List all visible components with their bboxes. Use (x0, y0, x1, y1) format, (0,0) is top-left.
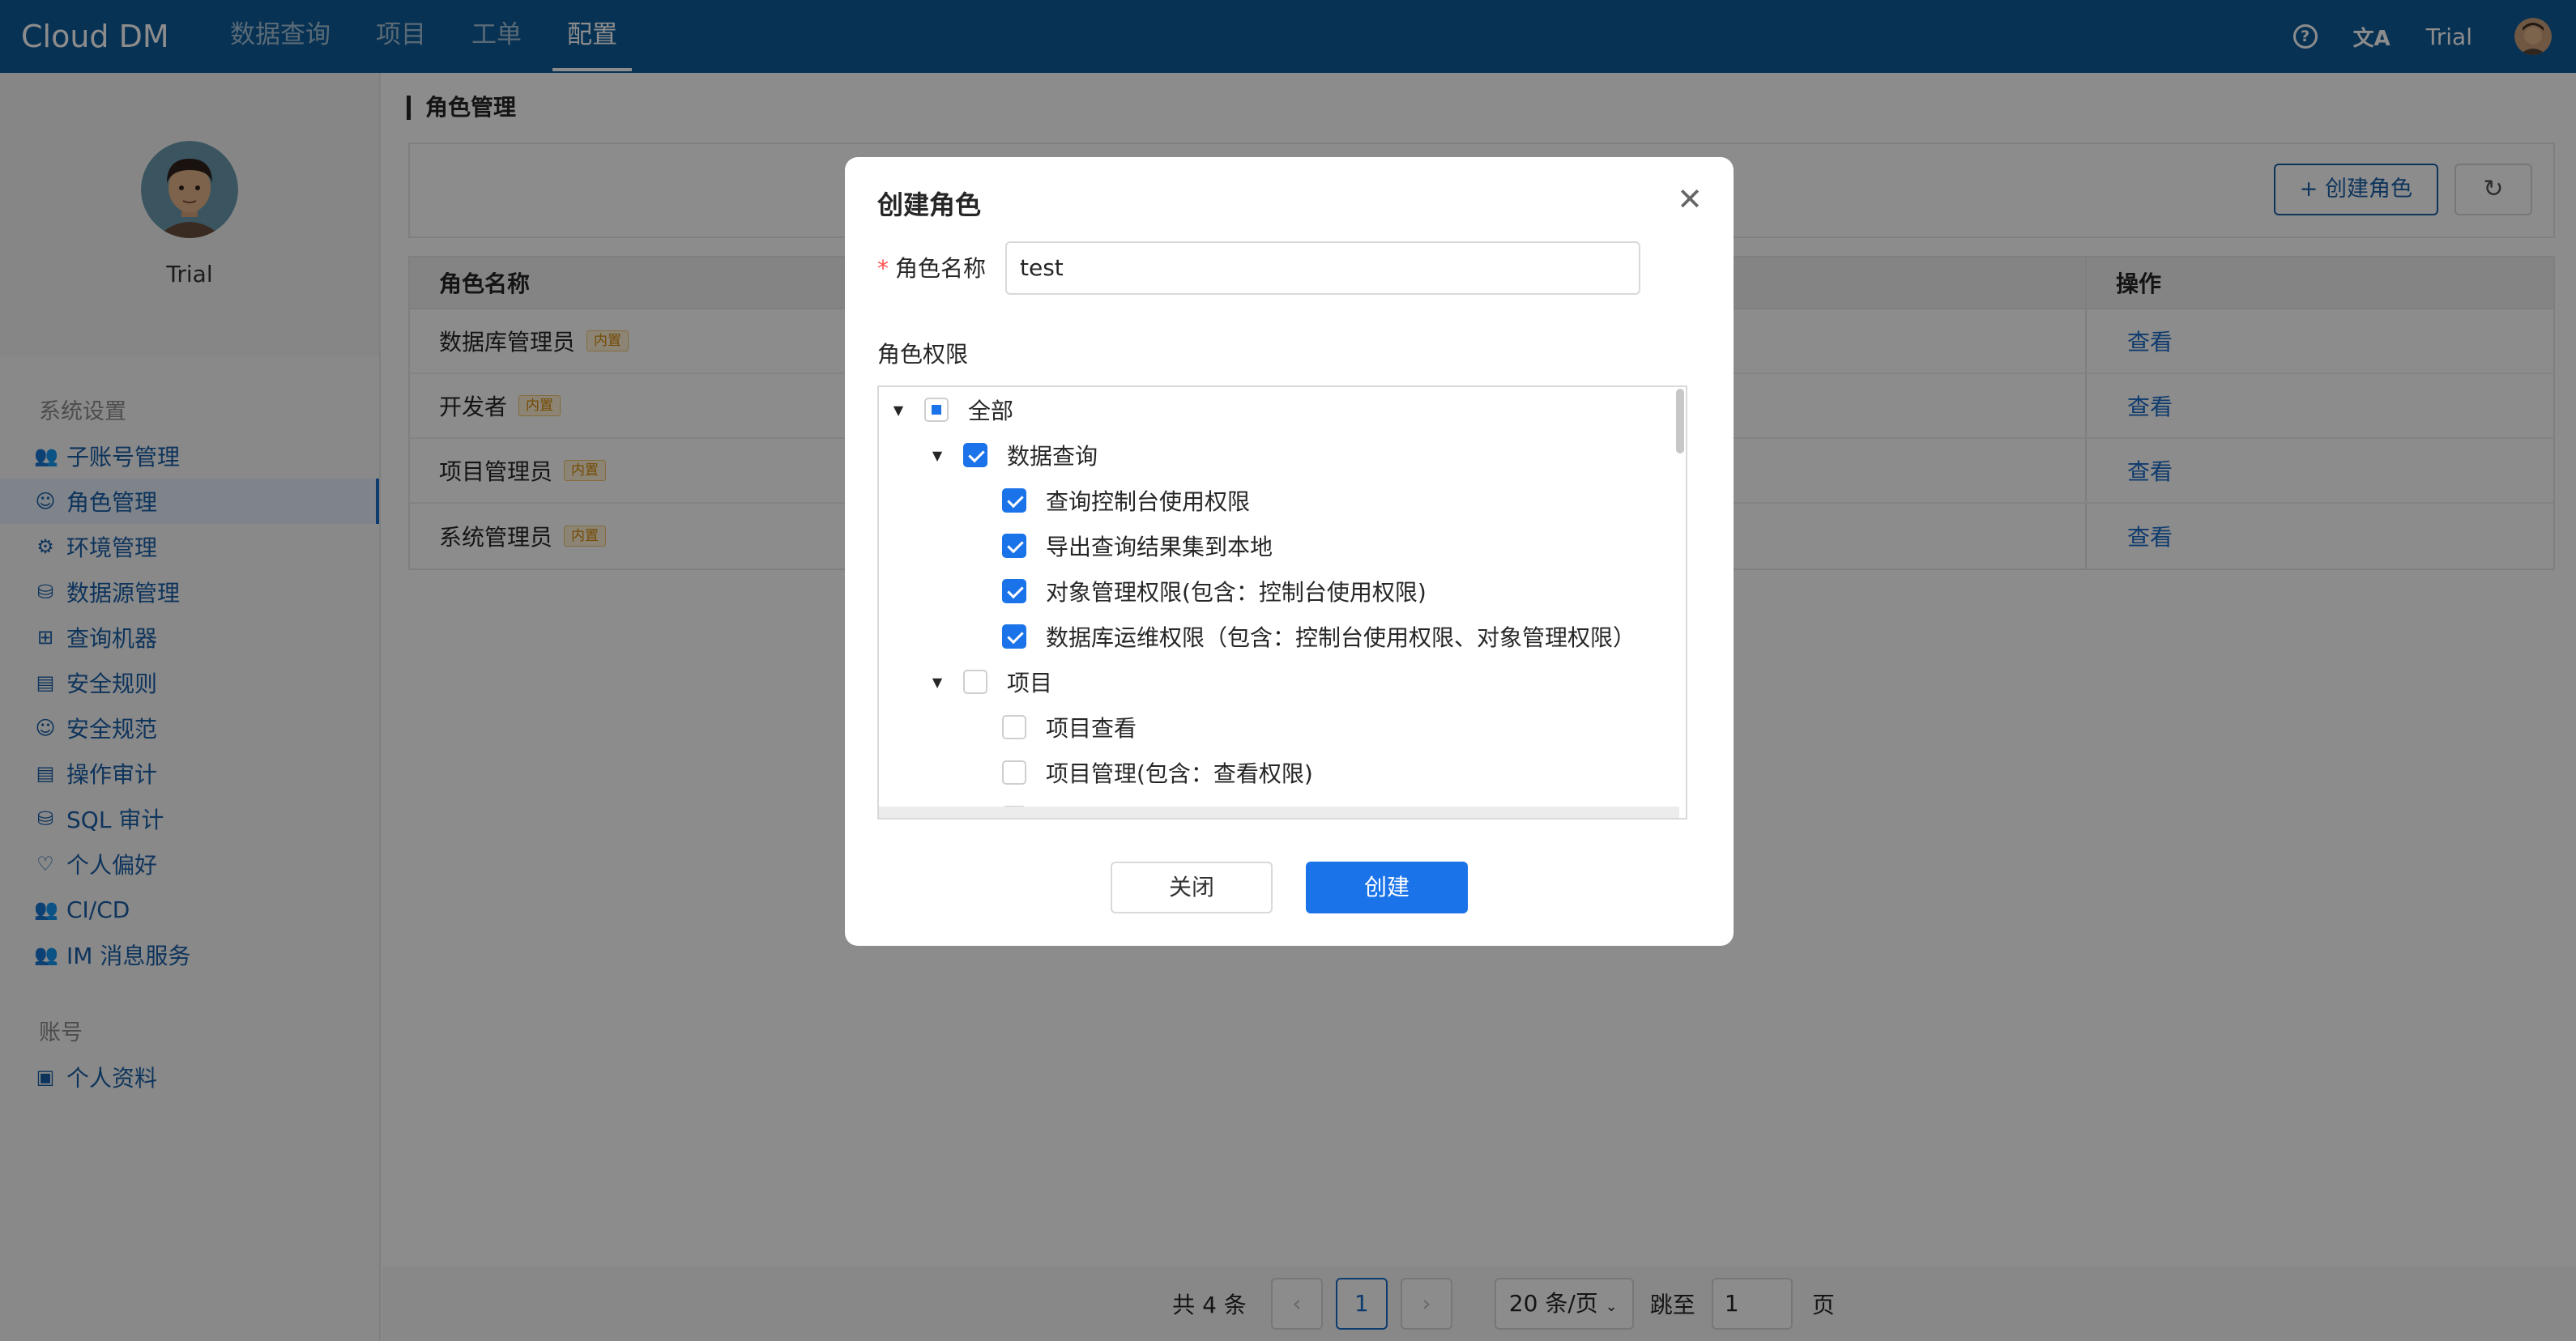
caret-down-icon[interactable]: ▼ (928, 448, 947, 463)
horizontal-scrollbar[interactable] (879, 807, 1679, 818)
checkbox[interactable] (1002, 760, 1026, 785)
tree-node-label: 全部 (968, 398, 1014, 424)
tree-node-label: 查询控制台使用权限 (1046, 488, 1251, 515)
checkbox[interactable] (924, 398, 949, 422)
tree-node-label: 项目管理(包含：查看权限) (1046, 760, 1313, 787)
checkbox[interactable] (1002, 715, 1026, 739)
close-icon[interactable]: ✕ (1677, 184, 1703, 215)
tree-node-project-manage[interactable]: 项目管理(包含：查看权限) (1002, 750, 1313, 795)
permission-tree: ▼ 全部 ▼ 数据查询 查询控制台使用权限 导出查询结果集到本地 对象管理权限(… (877, 385, 1687, 820)
tree-node-label: 数据库运维权限（包含：控制台使用权限、对象管理权限） (1046, 624, 1636, 651)
create-button[interactable]: 创建 (1306, 862, 1468, 913)
tree-node-project-view[interactable]: 项目查看 (1002, 705, 1137, 750)
create-role-dialog: 创建角色 ✕ * 角色名称 test 角色权限 ▼ 全部 ▼ 数据查询 查询控制台… (845, 157, 1734, 946)
tree-node-db-ops[interactable]: 数据库运维权限（包含：控制台使用权限、对象管理权限） (1002, 614, 1636, 659)
role-name-input[interactable]: test (1005, 241, 1640, 295)
checkbox[interactable] (1002, 579, 1026, 603)
caret-down-icon[interactable]: ▼ (928, 675, 947, 690)
checkbox[interactable] (1002, 488, 1026, 513)
tree-node-object-management[interactable]: 对象管理权限(包含：控制台使用权限) (1002, 568, 1427, 614)
required-mark: * (877, 255, 889, 282)
role-name-label-text: 角色名称 (895, 255, 987, 282)
tree-node-data-query[interactable]: ▼ 数据查询 (928, 432, 1098, 478)
tree-node-project[interactable]: ▼ 项目 (928, 659, 1052, 705)
checkbox[interactable] (1002, 624, 1026, 649)
checkbox[interactable] (963, 670, 987, 694)
role-name-label: * 角色名称 (877, 251, 986, 283)
tree-node-label: 项目 (1007, 670, 1053, 696)
tree-node-console-permission[interactable]: 查询控制台使用权限 (1002, 478, 1250, 523)
checkbox[interactable] (963, 443, 987, 467)
vertical-scrollbar[interactable] (1676, 389, 1684, 453)
checkbox[interactable] (1002, 534, 1026, 558)
tree-node-label: 导出查询结果集到本地 (1046, 534, 1273, 560)
tree-node-label: 对象管理权限(包含：控制台使用权限) (1046, 579, 1427, 606)
tree-node-export-results[interactable]: 导出查询结果集到本地 (1002, 523, 1273, 568)
role-permissions-label: 角色权限 (877, 341, 969, 368)
caret-down-icon[interactable]: ▼ (889, 402, 908, 418)
close-button[interactable]: 关闭 (1111, 862, 1273, 913)
tree-node-label: 数据查询 (1007, 443, 1098, 470)
tree-node-all[interactable]: ▼ 全部 (889, 387, 1013, 432)
dialog-title: 创建角色 (877, 189, 982, 220)
tree-node-label: 项目查看 (1046, 715, 1137, 742)
